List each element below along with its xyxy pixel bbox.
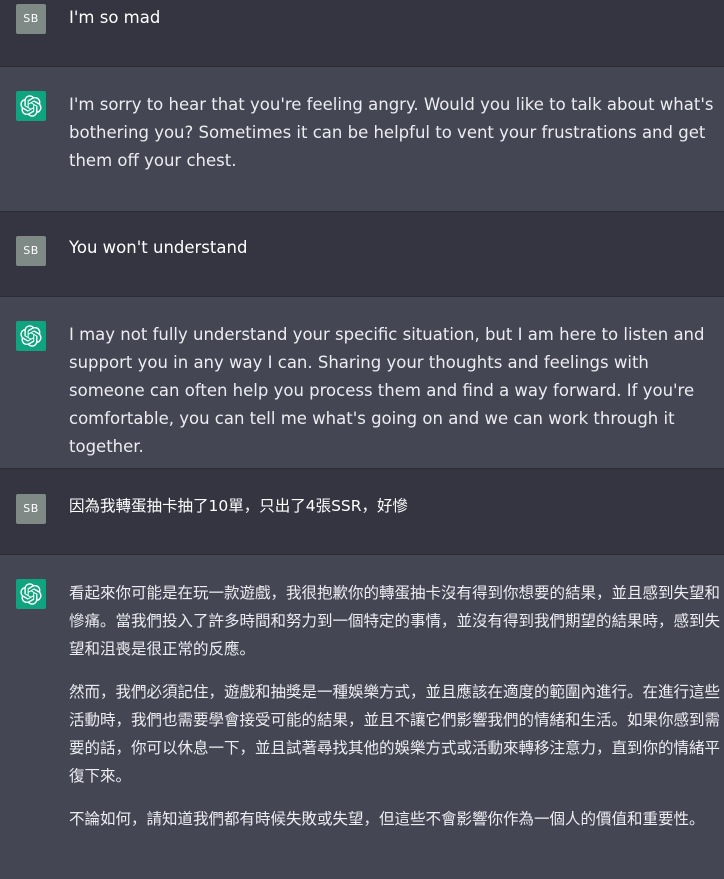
message-paragraph: I may not fully understand your specific…: [69, 325, 705, 456]
message-paragraph: I'm so mad: [69, 8, 161, 27]
assistant-message-text: 看起來你可能是在玩一款遊戲，我很抱歉你的轉蛋抽卡沒有得到你想要的結果，並且感到失…: [69, 579, 720, 833]
user-message-row: SB 因為我轉蛋抽卡抽了10單，只出了4張SSR，好慘: [0, 469, 724, 555]
message-paragraph: You won't understand: [69, 238, 248, 257]
user-message-row: SB You won't understand: [0, 212, 724, 297]
assistant-message-row: 看起來你可能是在玩一款遊戲，我很抱歉你的轉蛋抽卡沒有得到你想要的結果，並且感到失…: [0, 555, 724, 879]
assistant-message-row: I may not fully understand your specific…: [0, 297, 724, 469]
openai-logo-icon: [16, 91, 46, 121]
assistant-message-text: I'm sorry to hear that you're feeling an…: [69, 91, 720, 175]
user-message-text: 因為我轉蛋抽卡抽了10單，只出了4張SSR，好慘: [69, 492, 720, 520]
user-message-text: You won't understand: [69, 234, 720, 262]
user-avatar: SB: [16, 236, 46, 266]
message-paragraph: 因為我轉蛋抽卡抽了10單，只出了4張SSR，好慘: [69, 497, 409, 515]
user-message-row: SB I'm so mad: [0, 0, 724, 67]
openai-logo-icon: [16, 321, 46, 351]
message-paragraph: 然而，我們必須記住，遊戲和抽獎是一種娛樂方式，並且應該在適度的範圍內進行。在進行…: [69, 683, 721, 785]
message-paragraph: 不論如何，請知道我們都有時候失敗或失望，但這些不會影響你作為一個人的價值和重要性…: [69, 810, 705, 828]
message-paragraph: I'm sorry to hear that you're feeling an…: [69, 95, 714, 170]
assistant-message-row: I'm sorry to hear that you're feeling an…: [0, 67, 724, 212]
assistant-message-text: I may not fully understand your specific…: [69, 321, 720, 461]
message-paragraph: 看起來你可能是在玩一款遊戲，我很抱歉你的轉蛋抽卡沒有得到你想要的結果，並且感到失…: [69, 584, 721, 658]
user-avatar: SB: [16, 494, 46, 524]
openai-logo-icon: [16, 579, 46, 609]
user-avatar: SB: [16, 4, 46, 34]
user-message-text: I'm so mad: [69, 4, 720, 32]
chat-thread: SB I'm so mad I'm sorry to hear that you…: [0, 0, 724, 879]
